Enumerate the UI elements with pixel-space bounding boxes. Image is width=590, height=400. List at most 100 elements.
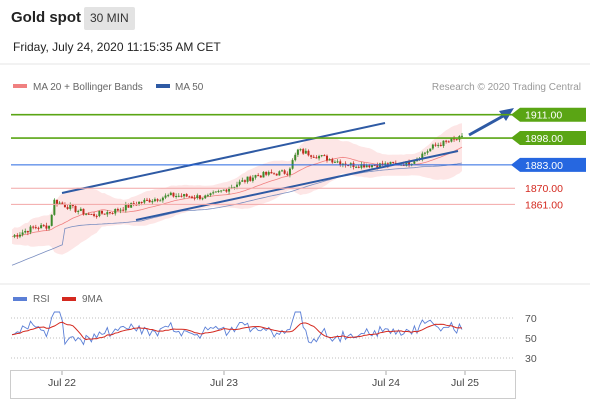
rsi-line [11,311,463,346]
candle-body [281,170,283,172]
candle-body [85,213,88,215]
candle-body [153,199,156,202]
time-axis-frame [10,370,516,399]
candle-body [167,195,170,197]
candle-body [79,208,82,211]
candle-body [24,230,27,233]
level-label-1883.00: 1883.00 [525,160,563,172]
candle-body [429,148,432,152]
candle-body [426,151,429,153]
candle-body [267,172,270,175]
candle-body [146,199,148,201]
candle-body [98,210,101,217]
candle-body [434,144,437,146]
rsi-tick-50: 50 [525,333,537,345]
candle-body [437,144,440,146]
candle-body [71,204,74,206]
legend-ma50-label: MA 50 [175,82,204,93]
candle-body [40,225,43,229]
candle-body [108,212,111,214]
candle-body [259,175,262,178]
candle-body [106,212,109,215]
candle-body [16,235,19,237]
candle-body [183,194,186,197]
candle-body [318,156,321,159]
candle-body [439,144,442,146]
candle-body [177,195,180,197]
candle-body [209,193,212,196]
candle-body [243,180,246,182]
legend-9ma-label: 9MA [82,294,103,305]
time-label-Jul-22: Jul 22 [48,377,76,389]
candle-body [74,205,77,212]
legend-rsi-swatch [13,297,27,301]
candle-body [288,168,291,175]
rsi-tick-30: 30 [525,353,537,365]
candle-body [127,204,130,208]
candle-body [66,207,69,209]
candle-body [82,208,85,215]
candle-body [69,204,72,209]
candle-body [262,171,265,178]
candle-body [283,170,286,174]
candle-body [90,213,93,215]
chart-widget: { "header": {"title": "Gold spot", "time… [0,0,590,400]
candle-body [442,140,445,146]
candle-body [365,165,368,168]
candle-body [339,161,342,165]
candle-body [355,166,358,168]
candle-body [159,200,162,202]
candle-body [191,196,193,198]
candle-body [445,140,448,142]
candle-body [198,195,201,199]
candle-body [206,195,209,197]
level-label-1870.00: 1870.00 [525,183,563,195]
candle-body [103,213,106,215]
candle-body [331,159,334,163]
candle-body [130,203,133,208]
price-chart: MA 20 + Bollinger Bands MA 50 Research ©… [0,63,590,399]
candle-body [180,195,183,197]
rsi-plot: 70 50 30 [11,311,537,365]
candle-body [32,226,35,228]
candle-body [455,139,458,141]
candle-body [368,165,371,168]
candle-body [302,149,305,154]
candle-body [225,189,228,192]
candle-body [304,150,307,154]
candle-body [148,199,151,203]
candle-body [95,215,98,217]
candle-body [275,173,278,176]
candle-body [212,192,215,194]
candle-body [392,161,395,163]
candle-body [265,171,268,175]
credit-text: Research © 2020 Trading Central [432,82,581,93]
candle-body [156,199,159,201]
candle-body [233,186,236,188]
candle-body [294,154,297,161]
legend-ma20-label: MA 20 + Bollinger Bands [33,82,143,93]
candle-body [175,195,178,197]
candle-body [241,180,244,182]
candle-body [42,225,45,227]
candle-body [185,194,188,197]
candle-body [26,230,29,233]
candle-body [270,172,273,174]
candle-body [29,226,32,233]
candle-body [45,225,48,229]
candle-body [251,177,254,181]
candle-body [201,198,204,200]
legend-rsi-label: RSI [33,294,50,305]
candle-body [93,214,96,216]
candle-body [101,210,103,214]
level-label-1898.00: 1898.00 [525,133,563,145]
candle-body [299,149,302,151]
candle-body [50,214,53,226]
candle-body [431,144,434,149]
candle-body [312,156,315,158]
candle-body [222,189,225,191]
candle-body [236,184,238,187]
candle-body [357,166,360,168]
candle-body [87,213,90,215]
time-label-Jul-23: Jul 23 [210,377,238,389]
